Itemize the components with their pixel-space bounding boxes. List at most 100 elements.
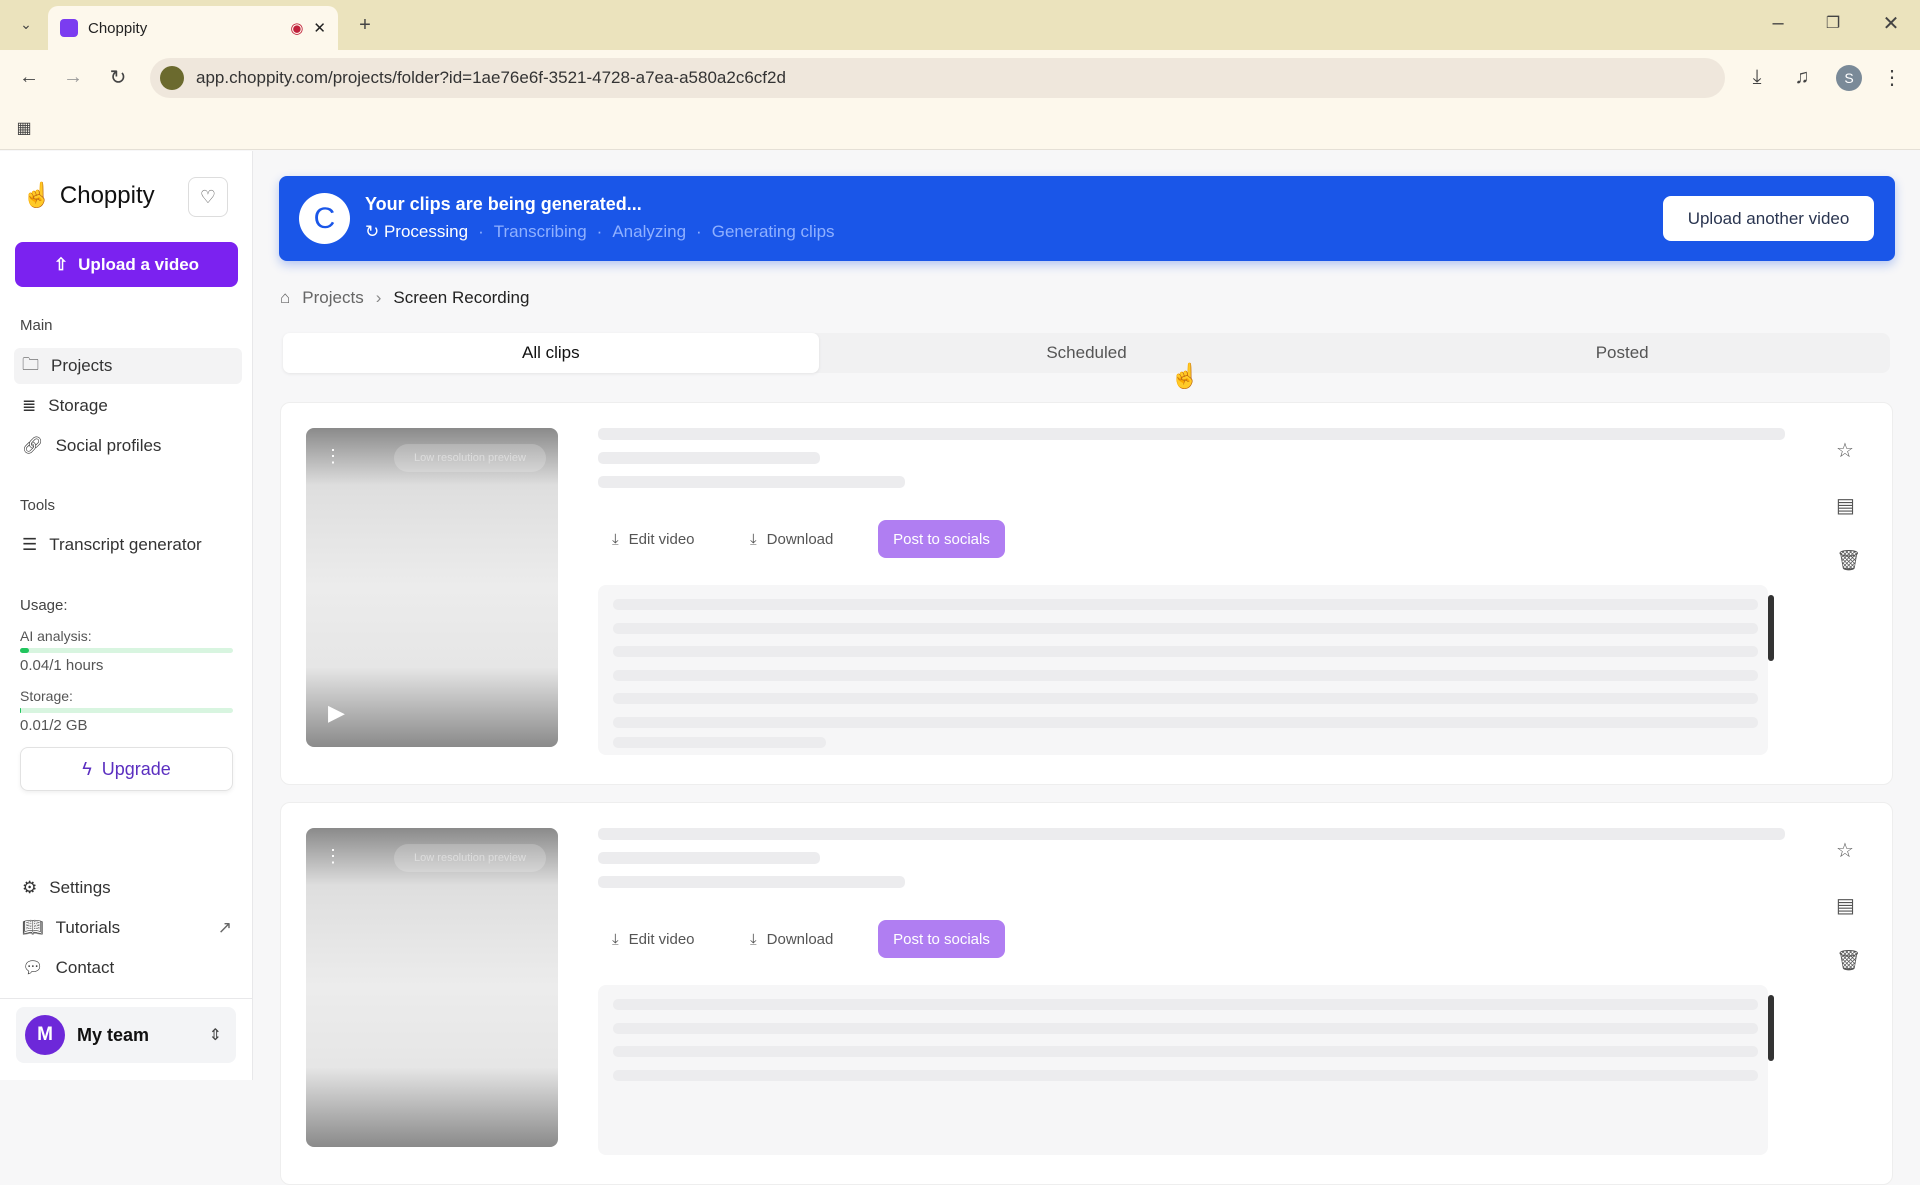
low-res-badge: Low resolution preview <box>394 844 546 872</box>
label: Edit video <box>628 930 695 948</box>
download-icon: ⤓ <box>750 930 757 948</box>
play-icon[interactable]: ▶ <box>328 700 345 726</box>
sidebar: ☝ Choppity ♡ ⇧ Upload a video Main 🗀 Projec… <box>0 151 253 1080</box>
close-window-icon[interactable]: ✕ <box>1878 10 1904 36</box>
brand-logo[interactable]: ☝ Choppity <box>22 181 155 210</box>
star-icon[interactable]: ☆ <box>1836 438 1854 463</box>
breadcrumb-current: Screen Recording <box>393 288 530 307</box>
team-name: My team <box>77 1024 150 1045</box>
cursor-hand-icon: ☝ <box>1170 363 1200 390</box>
downloads-icon[interactable]: ⤓ <box>1742 62 1772 92</box>
archive-icon[interactable]: ▤ <box>1836 893 1855 918</box>
label: Tutorials <box>55 918 121 937</box>
site-info-icon[interactable] <box>160 66 184 90</box>
generation-banner: C Your clips are being generated... ↻ Pr… <box>279 176 1895 261</box>
chevron-updown-icon: ⇕ <box>208 1027 222 1044</box>
database-icon: ≣ <box>22 396 37 415</box>
trash-icon[interactable]: 🗑︎ <box>1836 948 1861 973</box>
label: Download <box>766 930 834 948</box>
post-to-socials-button[interactable]: Post to socials <box>878 520 1005 558</box>
media-icon[interactable]: ♫ <box>1787 62 1817 92</box>
logo-icon: ☝ <box>22 182 52 209</box>
more-options-icon[interactable]: ⋮ <box>324 446 342 467</box>
sidebar-item-projects[interactable]: 🗀 Projects <box>14 348 242 384</box>
edit-video-button[interactable]: ⤓ Edit video <box>598 920 709 958</box>
chevron-right-icon: › <box>375 288 382 307</box>
label: Storage <box>48 396 108 415</box>
sidebar-item-settings[interactable]: ⚙ Settings <box>14 870 242 906</box>
forward-icon[interactable]: → <box>58 62 88 92</box>
trash-icon[interactable]: 🗑︎ <box>1836 548 1861 573</box>
step-processing: ↻ Processing <box>365 222 469 241</box>
home-icon: ⌂ <box>280 288 291 307</box>
chat-icon: 💬︎ <box>22 958 44 977</box>
sidebar-item-contact[interactable]: 💬︎ Contact <box>14 950 242 986</box>
transcript-placeholder <box>598 585 1774 755</box>
more-options-icon[interactable]: ⋮ <box>324 846 342 867</box>
upload-video-button[interactable]: ⇧ Upload a video <box>15 242 238 287</box>
label: Social profiles <box>55 436 162 455</box>
address-bar[interactable]: app.choppity.com/projects/folder?id=1ae7… <box>150 58 1725 98</box>
download-button[interactable]: ⤓ Download <box>736 920 847 958</box>
new-tab-icon[interactable]: + <box>352 12 378 38</box>
browser-tab[interactable]: Choppity ◉ ✕ <box>48 6 338 50</box>
tab-search-icon[interactable]: ⌄ <box>14 12 38 36</box>
download-button[interactable]: ⤓ Download <box>736 520 847 558</box>
close-tab-icon[interactable]: ✕ <box>313 19 326 37</box>
clip-card: ⋮ Low resolution preview ⤓ Edit video ⤓ Do… <box>280 802 1893 1185</box>
scrollbar[interactable] <box>1768 995 1774 1061</box>
step-transcribing: Transcribing <box>493 222 587 241</box>
star-icon[interactable]: ☆ <box>1836 838 1854 863</box>
profile-avatar[interactable]: S <box>1836 65 1862 91</box>
minimize-icon[interactable]: – <box>1765 10 1791 36</box>
transcript-icon: ☰ <box>22 535 38 554</box>
progress-steps: ↻ Processing · Transcribing · Analyzing · G… <box>365 222 835 241</box>
banner-title: Your clips are being generated... <box>365 194 642 214</box>
lightning-icon: ϟ <box>82 758 92 779</box>
ai-usage-value: 0.04/1 hours <box>20 657 104 674</box>
upgrade-button[interactable]: ϟ Upgrade <box>20 747 233 791</box>
label: Transcript generator <box>49 535 202 554</box>
clip-tabs: All clips Scheduled Posted <box>283 333 1890 373</box>
tab-posted[interactable]: Posted <box>1354 333 1890 373</box>
reload-icon[interactable]: ↻ <box>103 62 133 92</box>
sidebar-item-storage[interactable]: ≣ Storage <box>14 388 242 424</box>
bookmarks-bar: ▦ <box>0 108 1920 150</box>
scrollbar[interactable] <box>1768 595 1774 661</box>
sidebar-item-tutorials[interactable]: 📖︎ Tutorials ↗ <box>14 910 242 946</box>
team-switcher[interactable]: M My team ⇕ <box>16 1007 236 1063</box>
favorite-heart-icon[interactable]: ♡ <box>188 177 228 217</box>
main-heading: Main <box>20 317 53 334</box>
restore-icon[interactable]: ❐ <box>1820 10 1846 36</box>
clip-thumbnail[interactable]: ⋮ Low resolution preview ▶ <box>306 428 558 747</box>
ai-usage-label: AI analysis: <box>20 628 92 644</box>
transcript-placeholder <box>598 985 1774 1155</box>
folder-icon: 🗀 <box>22 354 39 374</box>
recording-icon: ◉ <box>290 20 304 37</box>
storage-usage-label: Storage: <box>20 688 73 704</box>
storage-usage-value: 0.01/2 GB <box>20 717 88 734</box>
tab-all-clips[interactable]: All clips <box>283 333 819 373</box>
step-generating: Generating clips <box>711 222 835 241</box>
browser-tab-strip: ⌄ Choppity ◉ ✕ + – ❐ ✕ <box>0 0 1920 50</box>
menu-icon[interactable]: ⋮ <box>1880 62 1904 92</box>
upgrade-label: Upgrade <box>101 758 171 779</box>
sidebar-item-social-profiles[interactable]: 🔗︎ Social profiles <box>14 428 242 464</box>
brand-name: Choppity <box>59 181 155 209</box>
download-arrow-icon: ⤓ <box>612 530 619 548</box>
upload-another-video-button[interactable]: Upload another video <box>1663 196 1874 241</box>
clip-thumbnail[interactable]: ⋮ Low resolution preview <box>306 828 558 1147</box>
upload-label: Upload a video <box>78 254 200 274</box>
breadcrumb-projects[interactable]: Projects <box>302 288 363 308</box>
back-icon[interactable]: ← <box>14 62 44 92</box>
sidebar-item-transcript-generator[interactable]: ☰ Transcript generator <box>14 527 242 563</box>
low-res-badge: Low resolution preview <box>394 444 546 472</box>
archive-icon[interactable]: ▤ <box>1836 493 1855 518</box>
download-icon: ⤓ <box>750 530 757 548</box>
apps-grid-icon[interactable]: ▦ <box>12 116 36 140</box>
link-icon: 🔗︎ <box>22 436 44 455</box>
storage-usage-bar <box>20 708 233 713</box>
post-to-socials-button[interactable]: Post to socials <box>878 920 1005 958</box>
tab-scheduled[interactable]: Scheduled <box>819 333 1355 373</box>
edit-video-button[interactable]: ⤓ Edit video <box>598 520 709 558</box>
